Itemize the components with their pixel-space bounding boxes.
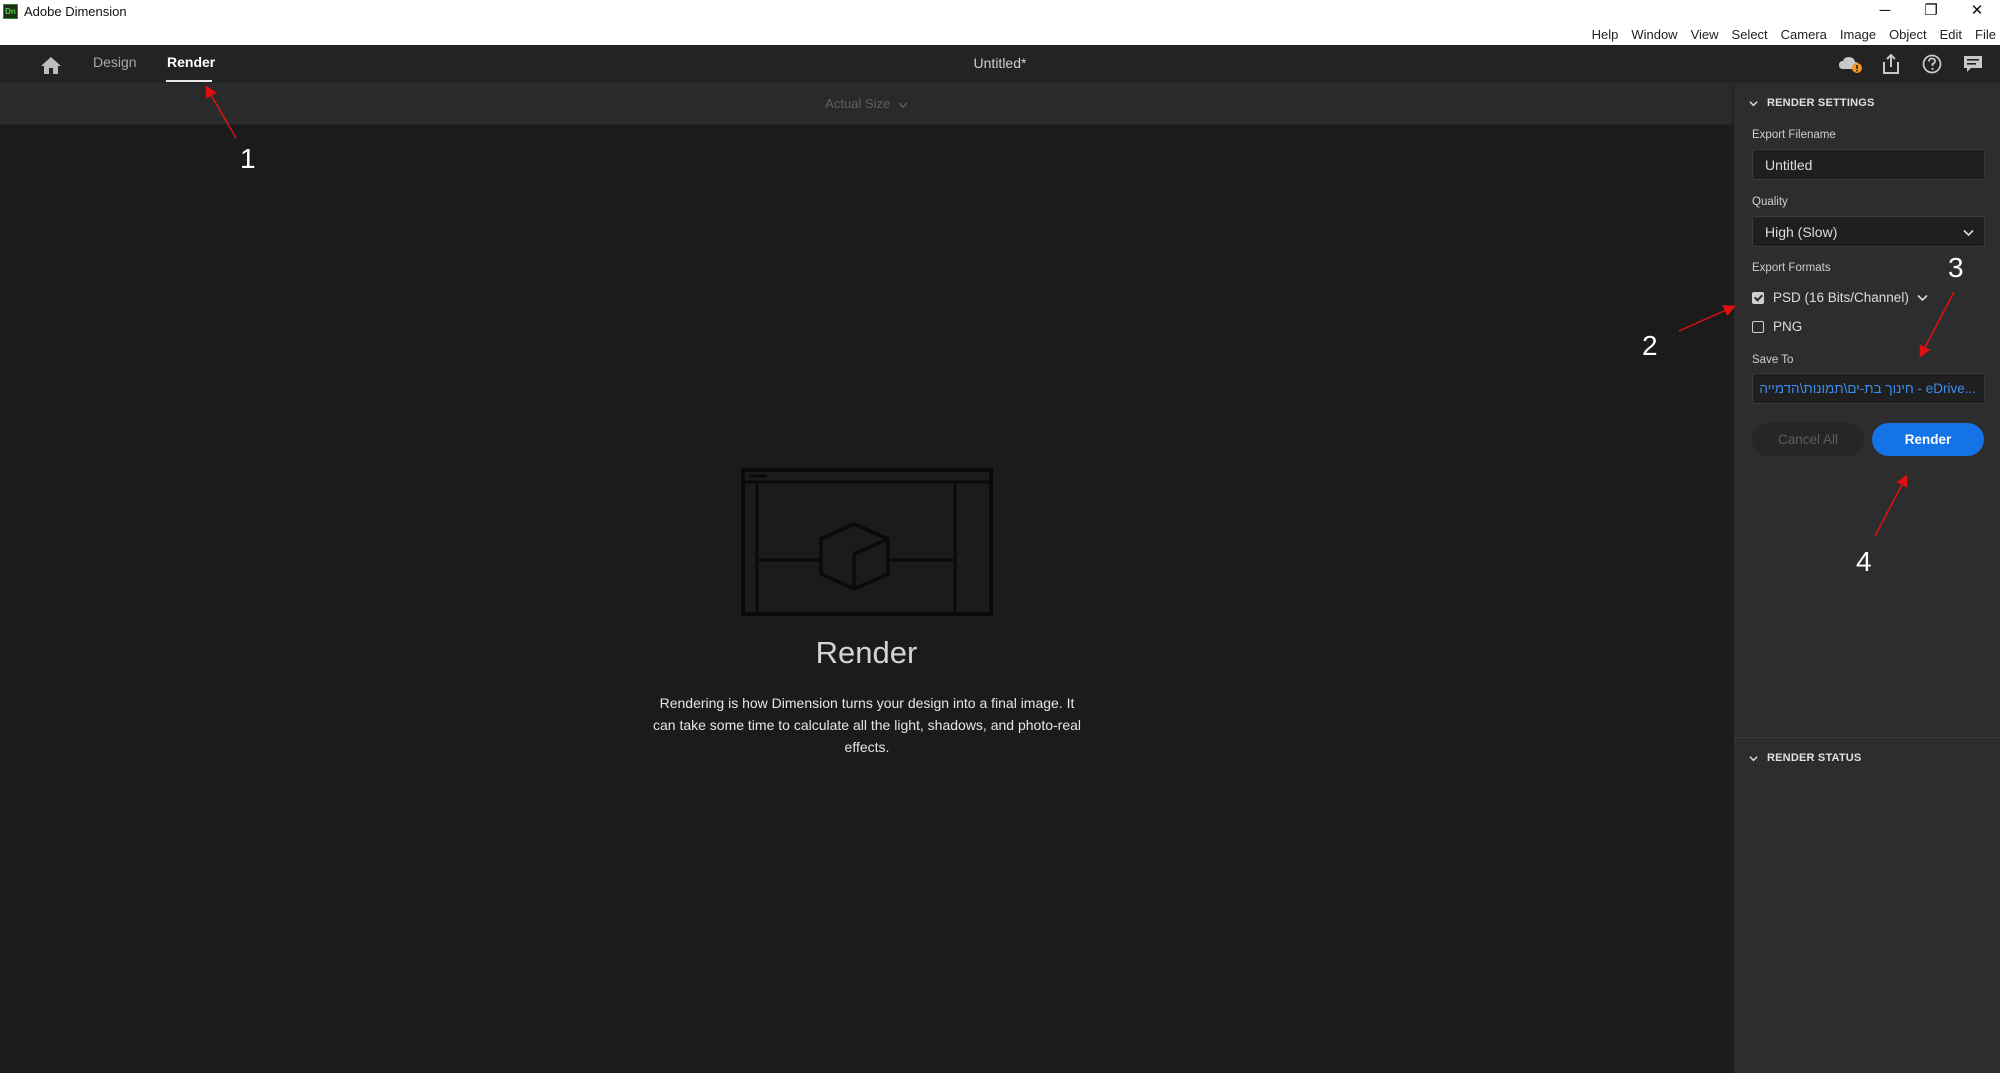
render-status-title: RENDER STATUS <box>1767 752 1862 764</box>
psd-label: PSD (16 Bits/Channel) <box>1773 290 1909 305</box>
png-checkbox[interactable] <box>1752 320 1764 333</box>
cloud-sync-warning-icon[interactable] <box>1837 51 1863 77</box>
active-tab-indicator <box>166 80 212 82</box>
view-bar: Actual Size <box>0 84 1733 125</box>
render-button[interactable]: Render <box>1872 423 1984 456</box>
annotation-number-2: 2 <box>1642 330 1658 361</box>
render-settings-title: RENDER SETTINGS <box>1767 97 1875 109</box>
menu-camera[interactable]: Camera <box>1781 27 1827 42</box>
menu-file[interactable]: File <box>1975 27 1996 42</box>
document-title: Untitled* <box>973 55 1027 71</box>
render-settings-header[interactable]: RENDER SETTINGS <box>1749 97 1875 109</box>
app-logo-icon: Dn <box>3 4 18 19</box>
menu-image[interactable]: Image <box>1840 27 1876 42</box>
render-canvas: Render Rendering is how Dimension turns … <box>0 125 1733 1073</box>
render-settings-panel: RENDER SETTINGS Export Filename Untitled… <box>1733 84 2000 1073</box>
annotation-number-1: 1 <box>240 143 256 174</box>
cancel-all-button[interactable]: Cancel All <box>1752 423 1864 456</box>
zoom-select[interactable]: Actual Size <box>0 96 1733 111</box>
menu-window[interactable]: Window <box>1631 27 1677 42</box>
render-placeholder-icon <box>741 468 993 616</box>
app-title: Adobe Dimension <box>24 4 127 19</box>
png-label: PNG <box>1773 319 1803 334</box>
export-filename-input[interactable]: Untitled <box>1752 149 1985 180</box>
render-description: Rendering is how Dimension turns your de… <box>652 695 1082 755</box>
minimize-button[interactable]: ─ <box>1862 0 1908 20</box>
close-button[interactable]: ✕ <box>1954 0 2000 20</box>
quality-label: Quality <box>1752 196 1788 208</box>
quality-select[interactable]: High (Slow) <box>1752 216 1985 247</box>
chevron-down-icon <box>1749 755 1758 761</box>
chevron-down-icon <box>898 102 908 108</box>
save-to-label: Save To <box>1752 354 1794 366</box>
panel-divider <box>1734 737 2000 738</box>
menu-edit[interactable]: Edit <box>1940 27 1962 42</box>
export-filename-label: Export Filename <box>1752 129 1836 141</box>
render-status-header[interactable]: RENDER STATUS <box>1749 752 1861 764</box>
help-icon[interactable] <box>1919 51 1945 77</box>
menu-bar: Help Window View Select Camera Image Obj… <box>0 23 2000 45</box>
header-icons <box>1822 51 1986 77</box>
title-bar: Dn Adobe Dimension ─ ❐ ✕ <box>0 0 2000 23</box>
chevron-down-icon <box>1749 100 1758 106</box>
chevron-down-icon[interactable] <box>1917 292 1928 303</box>
export-formats-label: Export Formats <box>1752 262 1831 274</box>
menu-view[interactable]: View <box>1691 27 1719 42</box>
menu-object[interactable]: Object <box>1889 27 1927 42</box>
share-icon[interactable] <box>1878 51 1904 77</box>
menu-select[interactable]: Select <box>1732 27 1768 42</box>
chevron-down-icon <box>1963 229 1974 237</box>
format-png-row[interactable]: PNG <box>1752 319 1802 334</box>
window-controls: ─ ❐ ✕ <box>1862 0 2000 23</box>
menu-help[interactable]: Help <box>1592 27 1619 42</box>
psd-checkbox[interactable] <box>1752 291 1764 304</box>
format-psd-row[interactable]: PSD (16 Bits/Channel) <box>1752 290 1928 305</box>
annotation-number-3: 3 <box>1948 252 1964 283</box>
feedback-icon[interactable] <box>1960 51 1986 77</box>
annotation-number-4: 4 <box>1856 546 1872 577</box>
zoom-label: Actual Size <box>825 96 891 111</box>
render-heading: Render <box>815 635 918 670</box>
restore-button[interactable]: ❐ <box>1908 0 1954 20</box>
app-header: Design Render Untitled* <box>0 45 2000 84</box>
save-to-path[interactable]: ...eDrive - חינוך בת-ים\תמונות\הדמייה <box>1752 373 1985 404</box>
quality-value: High (Slow) <box>1765 224 1838 240</box>
